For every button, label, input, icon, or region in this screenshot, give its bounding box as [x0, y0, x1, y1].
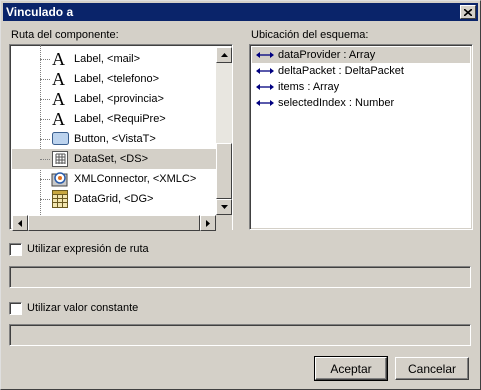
component-tree[interactable]: A Label, <mail> A Label, <telefono> A La…	[9, 44, 233, 231]
schema-item-items[interactable]: items : Array	[252, 79, 470, 95]
scroll-thumb-horizontal[interactable]	[28, 215, 200, 231]
tree-item-dataset-ds[interactable]: DataSet, <DS>	[12, 149, 218, 169]
binding-dialog: Vinculado a Ruta del componente: A Label…	[0, 0, 481, 390]
window-title: Vinculado a	[6, 5, 74, 19]
scroll-left-button[interactable]	[12, 215, 28, 231]
schema-item-text: items : Array	[278, 81, 340, 93]
tree-item-text: Label, <RequiPre>	[74, 113, 166, 125]
scroll-up-button[interactable]	[216, 47, 232, 63]
text-a-icon: A	[52, 89, 65, 109]
tree-branch-line	[40, 99, 50, 100]
scroll-thumb[interactable]	[216, 143, 232, 199]
arrow-up-icon	[220, 53, 228, 57]
close-icon	[464, 8, 472, 16]
tree-item-text: Label, <provincia>	[74, 93, 164, 105]
tree-branch-line	[40, 59, 50, 60]
bidirectional-arrow-icon	[256, 84, 274, 90]
text-a-icon: A	[52, 49, 65, 69]
constant-value-field[interactable]	[9, 324, 471, 346]
tree-item-text: DataGrid, <DG>	[74, 193, 154, 205]
tree-branch-line	[40, 159, 50, 160]
tree-item-label-telefono[interactable]: A Label, <telefono>	[12, 69, 218, 89]
bidirectional-arrow-icon	[256, 52, 274, 58]
tree-horizontal-scrollbar[interactable]	[12, 215, 232, 231]
button-icon	[52, 132, 69, 145]
constant-value-checkbox[interactable]	[9, 302, 22, 315]
text-a-icon: A	[52, 69, 65, 89]
bidirectional-arrow-icon	[256, 68, 274, 74]
schema-item-selectedindex[interactable]: selectedIndex : Number	[252, 95, 470, 111]
tree-item-datagrid-dg[interactable]: DataGrid, <DG>	[12, 189, 218, 209]
cancel-button[interactable]: Cancelar	[395, 357, 469, 380]
tree-item-label-requipre[interactable]: A Label, <RequiPre>	[12, 109, 218, 129]
text-a-icon: A	[52, 109, 65, 129]
tree-item-text: XMLConnector, <XMLC>	[74, 173, 197, 185]
schema-item-deltapacket[interactable]: deltaPacket : DeltaPacket	[252, 63, 470, 79]
arrow-left-icon	[18, 219, 22, 227]
path-expression-field[interactable]	[9, 266, 471, 288]
schema-item-dataprovider[interactable]: dataProvider : Array	[252, 47, 470, 63]
tree-item-button-vistat[interactable]: Button, <VistaT>	[12, 129, 218, 149]
scroll-down-button[interactable]	[216, 199, 232, 215]
tree-branch-line	[40, 179, 50, 180]
scroll-right-button[interactable]	[200, 215, 216, 231]
schema-location-label: Ubicación del esquema:	[251, 29, 369, 41]
tree-branch-line	[40, 139, 50, 140]
tree-branch-line	[40, 79, 50, 80]
bidirectional-arrow-icon	[256, 100, 274, 106]
tree-item-text: Label, <mail>	[74, 53, 141, 65]
schema-item-text: selectedIndex : Number	[278, 97, 395, 109]
tree-vertical-scrollbar[interactable]	[216, 47, 232, 215]
path-expression-checkbox[interactable]	[9, 243, 22, 256]
title-bar: Vinculado a	[3, 3, 478, 21]
close-button[interactable]	[460, 5, 476, 19]
constant-value-label: Utilizar valor constante	[27, 302, 139, 314]
schema-item-text: dataProvider : Array	[278, 49, 376, 61]
tree-branch-line	[40, 119, 50, 120]
dataset-icon	[52, 151, 68, 167]
tree-branch-line	[40, 199, 50, 200]
tree-item-text: Label, <telefono>	[74, 73, 160, 85]
tree-item-text: Button, <VistaT>	[74, 133, 156, 145]
arrow-right-icon	[206, 219, 210, 227]
component-path-label: Ruta del componente:	[11, 29, 119, 41]
xmlconnector-icon	[51, 172, 68, 187]
schema-item-text: deltaPacket : DeltaPacket	[278, 65, 404, 77]
path-expression-label: Utilizar expresión de ruta	[27, 243, 149, 255]
datagrid-icon	[52, 190, 68, 208]
tree-item-label-provincia[interactable]: A Label, <provincia>	[12, 89, 218, 109]
schema-list[interactable]: dataProvider : Array deltaPacket : Delta…	[249, 44, 473, 230]
tree-item-xmlconnector-xmlc[interactable]: XMLConnector, <XMLC>	[12, 169, 218, 189]
accept-button[interactable]: Aceptar	[314, 356, 388, 381]
scroll-corner	[216, 215, 232, 231]
arrow-down-icon	[220, 205, 228, 209]
tree-item-text: DataSet, <DS>	[74, 153, 148, 165]
tree-item-label-mail[interactable]: A Label, <mail>	[12, 49, 218, 69]
